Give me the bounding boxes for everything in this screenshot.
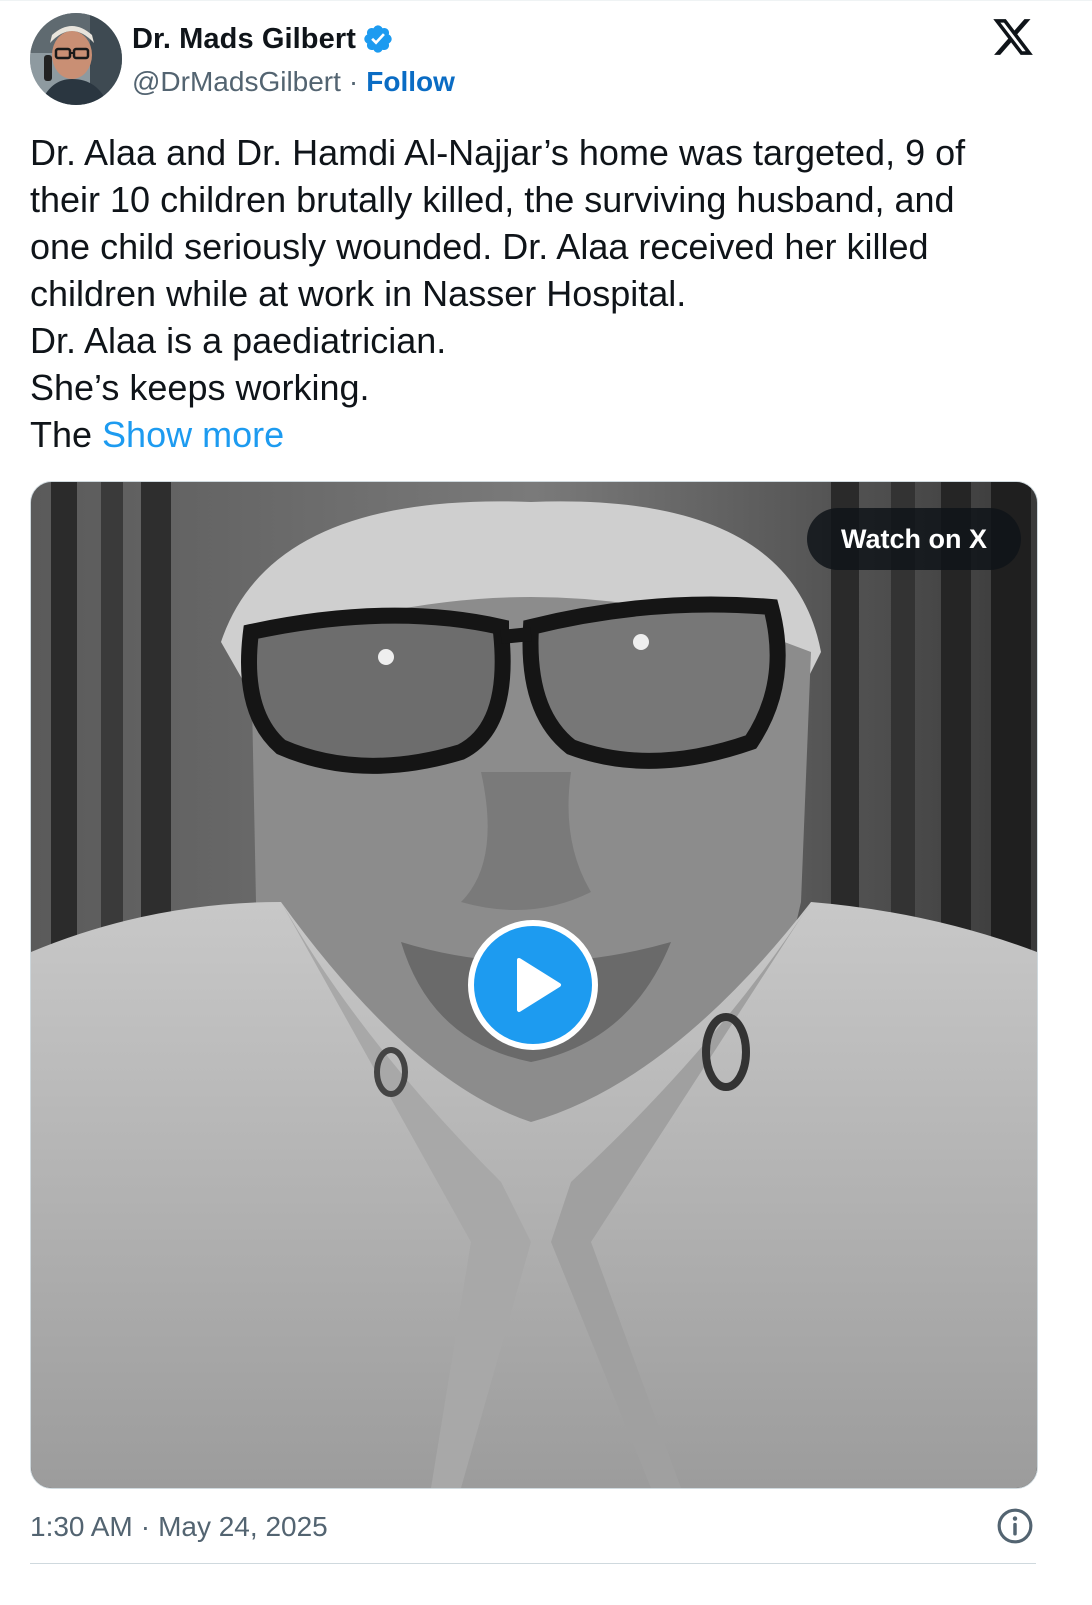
- tweet-text-line: one child seriously wounded. Dr. Alaa re…: [30, 226, 929, 267]
- timestamp-separator: ·: [140, 1511, 151, 1542]
- author-handle[interactable]: @DrMadsGilbert: [132, 66, 341, 98]
- tweet-time[interactable]: 1:30 AM: [30, 1511, 133, 1543]
- play-icon: [517, 958, 561, 1012]
- tweet-date[interactable]: May 24, 2025: [158, 1511, 328, 1543]
- author-display-name[interactable]: Dr. Mads Gilbert: [132, 23, 356, 56]
- info-icon[interactable]: [996, 1507, 1034, 1545]
- author-handle-row: @DrMadsGilbert · Follow: [132, 65, 455, 99]
- show-more-link[interactable]: Show more: [102, 414, 284, 455]
- handle-separator: ·: [348, 66, 359, 97]
- tweet-timestamp[interactable]: 1:30 AM · May 24, 2025: [30, 1507, 328, 1547]
- tweet-text: Dr. Alaa and Dr. Hamdi Al-Najjar’s home …: [30, 129, 1040, 458]
- play-button[interactable]: [468, 920, 598, 1050]
- footer-divider: [30, 1563, 1036, 1564]
- tweet-text-truncated: The: [30, 414, 103, 455]
- follow-button[interactable]: Follow: [366, 66, 455, 98]
- tweet-text-line: their 10 children brutally killed, the s…: [30, 179, 955, 220]
- video-player[interactable]: Watch on X: [30, 481, 1038, 1489]
- tweet-text-last-line: The Show more: [30, 411, 1040, 458]
- avatar[interactable]: [30, 13, 122, 105]
- x-logo-icon[interactable]: [990, 15, 1036, 59]
- tweet-text-line: Dr. Alaa and Dr. Hamdi Al-Najjar’s home …: [30, 132, 966, 173]
- tweet-embed-card: Dr. Mads Gilbert @DrMadsGilbert · Follow…: [0, 0, 1092, 1605]
- watch-on-x-button[interactable]: Watch on X: [807, 508, 1021, 570]
- tweet-text-line: She’s keeps working.: [30, 367, 370, 408]
- verified-badge-icon: [362, 23, 394, 55]
- tweet-text-line: children while at work in Nasser Hospita…: [30, 273, 687, 314]
- author-name-row[interactable]: Dr. Mads Gilbert: [132, 21, 394, 57]
- tweet-text-line: Dr. Alaa is a paediatrician.: [30, 320, 447, 361]
